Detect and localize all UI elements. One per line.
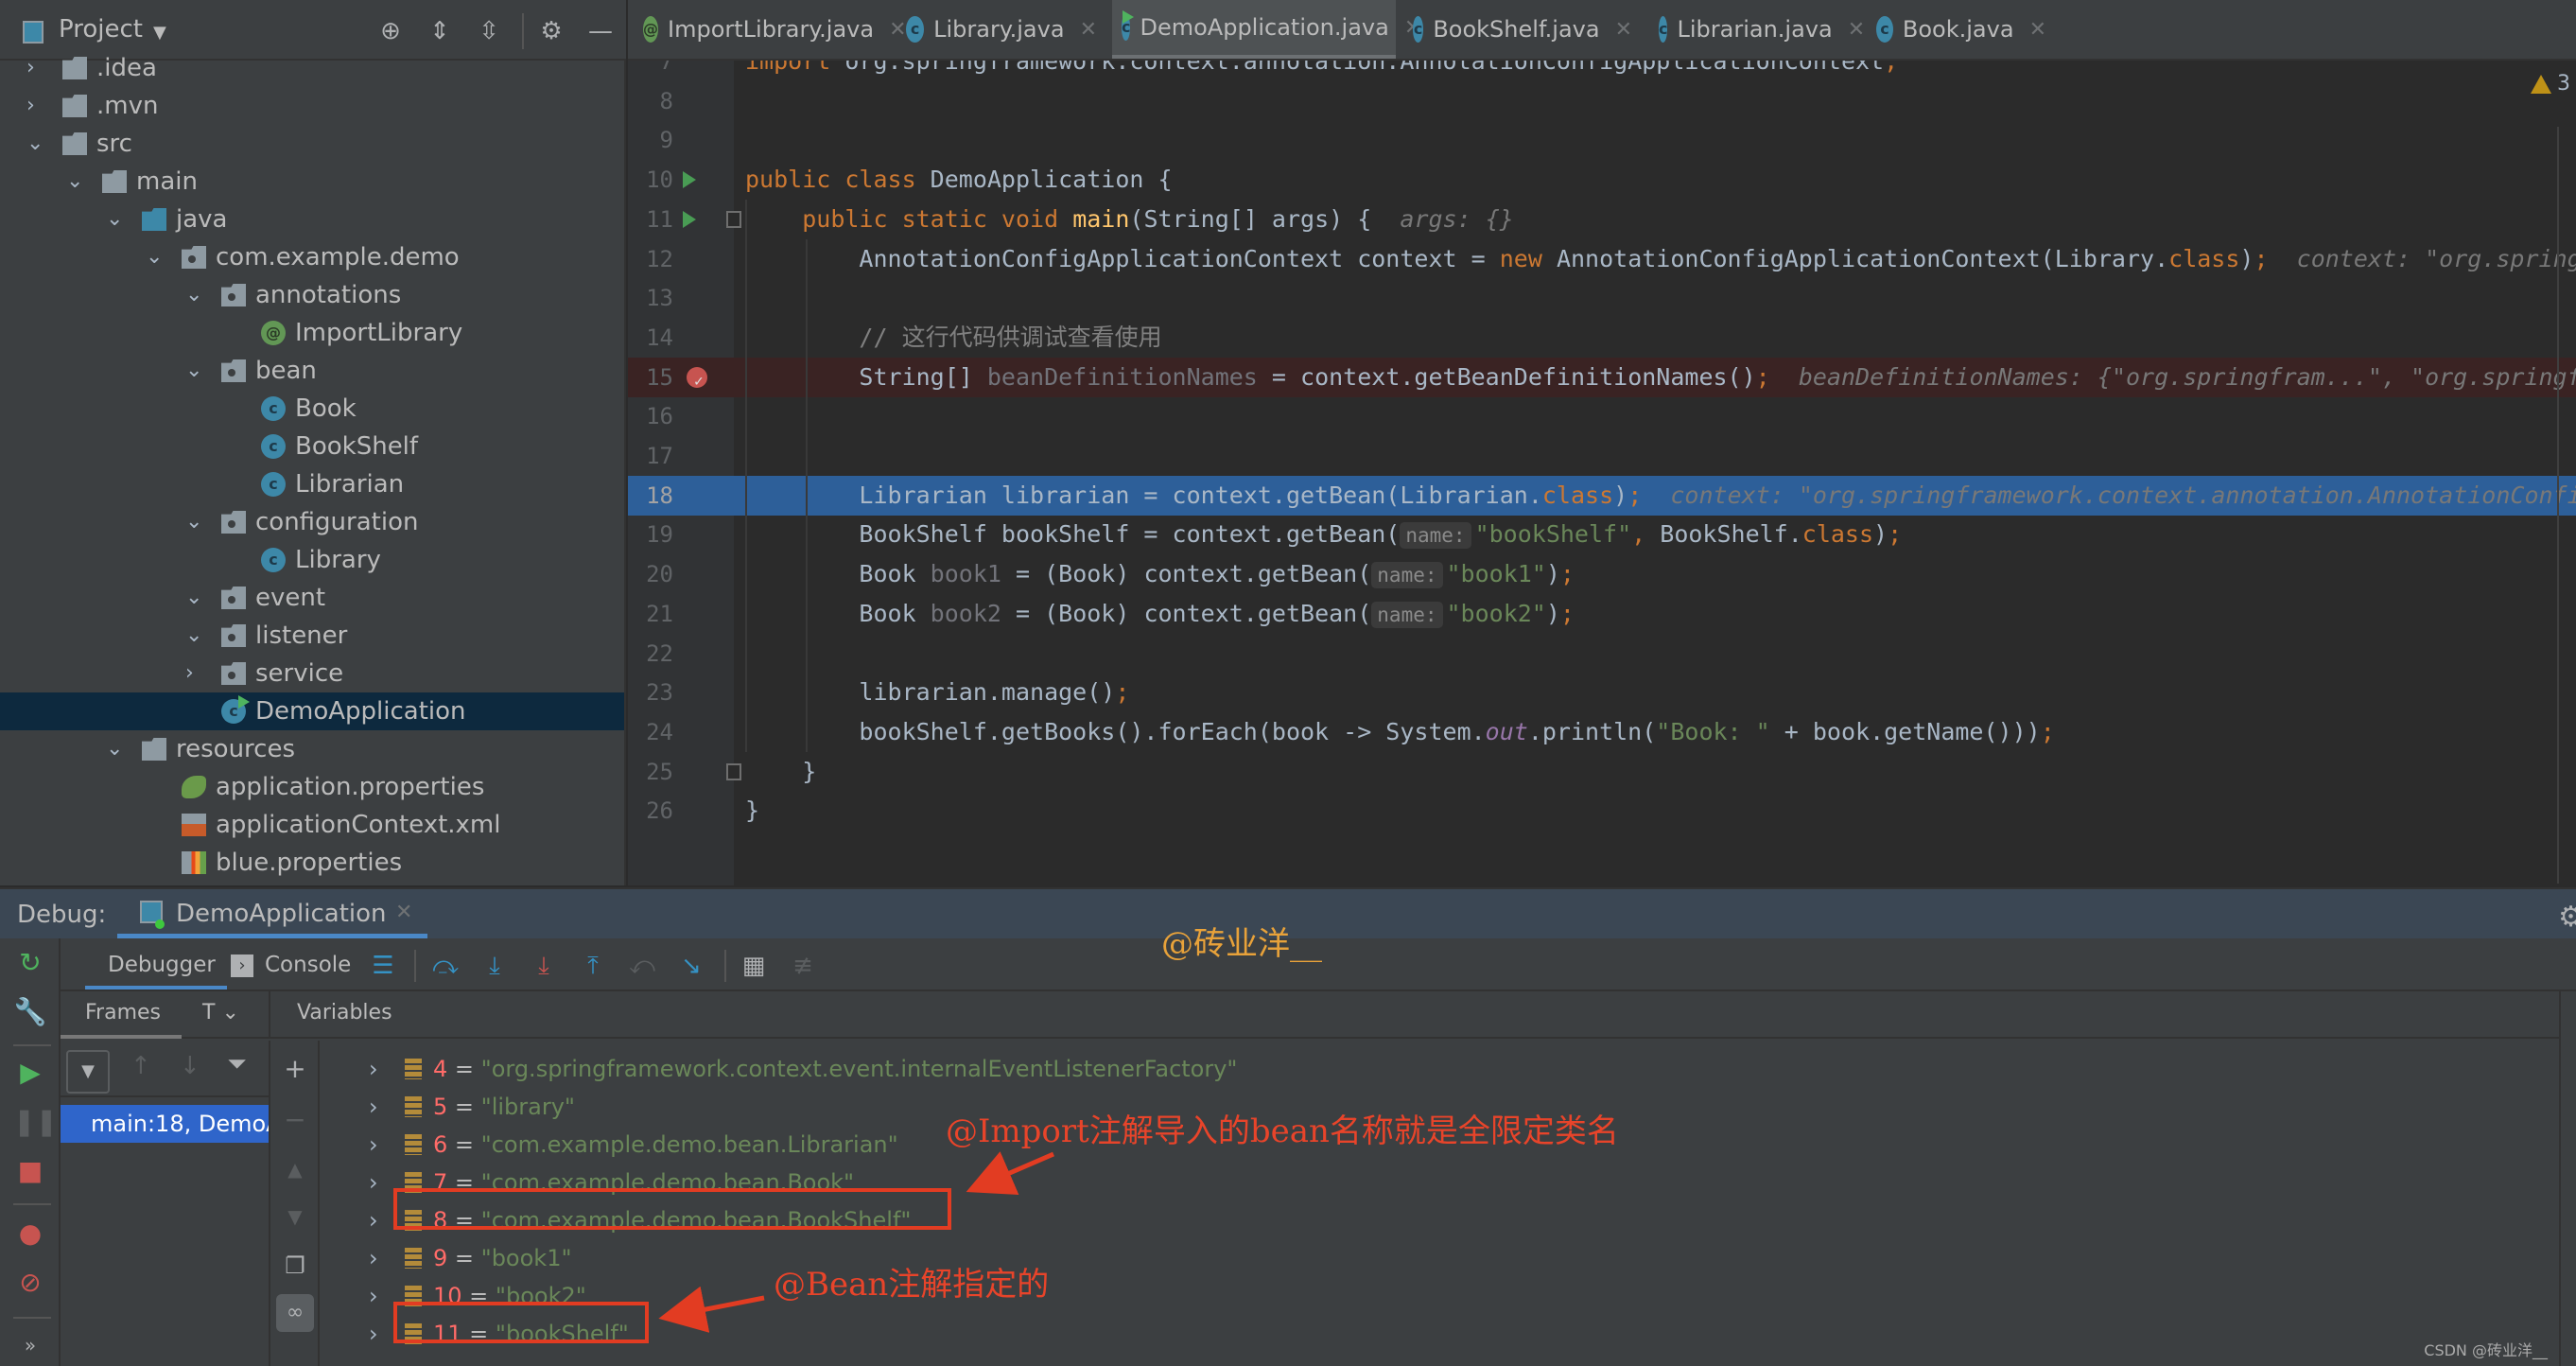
highlight-box-bookshelf — [393, 1302, 649, 1343]
bean-arrow — [658, 1286, 765, 1333]
highlight-box-fqcn — [393, 1188, 951, 1230]
csdn-watermark: CSDN @砖业洋__ — [2424, 1341, 2548, 1359]
import-arrow — [966, 1151, 1054, 1196]
annotation-arrows — [658, 1151, 1054, 1333]
